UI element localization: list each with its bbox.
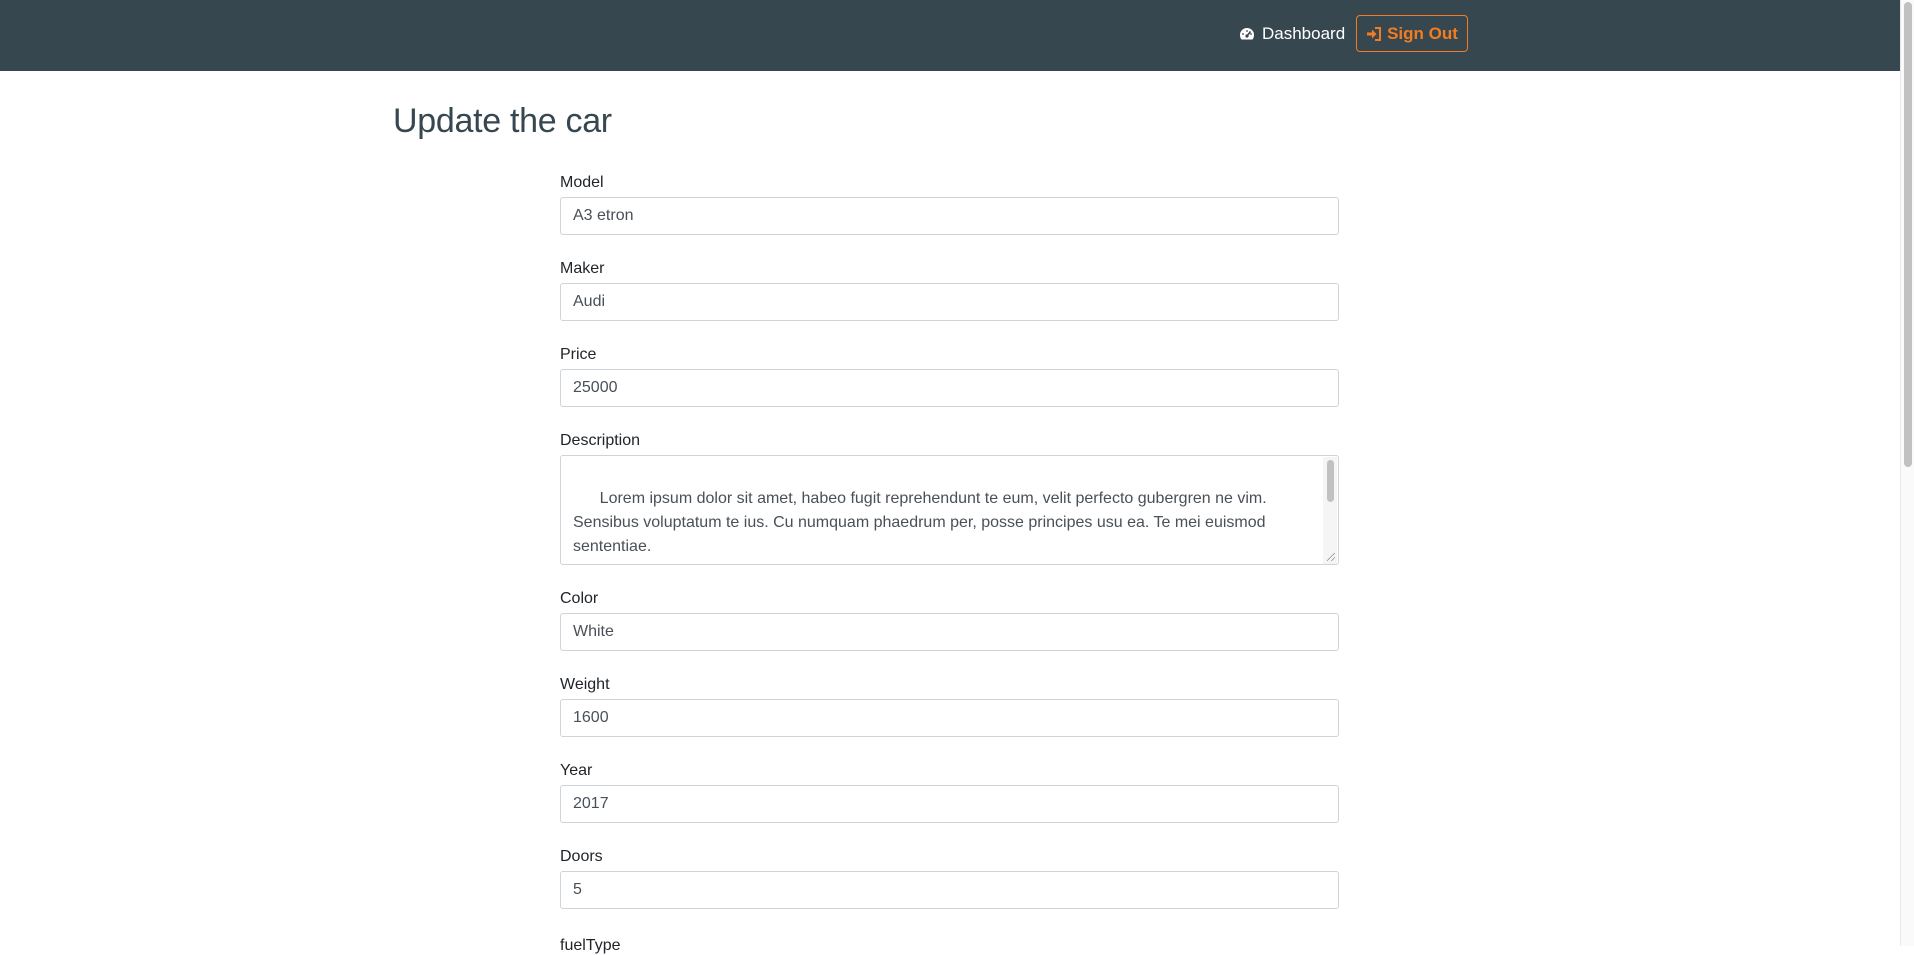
resize-handle-icon[interactable] — [1327, 553, 1335, 561]
model-label: Model — [560, 174, 604, 191]
year-input[interactable] — [560, 785, 1339, 823]
doors-field-group: Doors — [560, 848, 1339, 934]
dashboard-link[interactable]: Dashboard — [1238, 24, 1345, 44]
year-field-group: Year — [560, 762, 1339, 848]
price-field-group: Price — [560, 346, 1339, 432]
maker-input[interactable] — [560, 283, 1339, 321]
update-car-form: Model Maker Price Description Lorem ipsu… — [560, 174, 1339, 934]
color-field-group: Color — [560, 590, 1339, 676]
description-scrollbar[interactable] — [1323, 457, 1337, 564]
maker-field-group: Maker — [560, 260, 1339, 346]
sign-out-button[interactable]: Sign Out — [1356, 15, 1468, 52]
year-label: Year — [560, 762, 593, 779]
description-label: Description — [560, 432, 641, 449]
dashboard-gauge-icon — [1239, 28, 1255, 40]
doors-label: Doors — [560, 848, 603, 865]
page-scroll-thumb[interactable] — [1904, 2, 1912, 467]
color-label: Color — [560, 590, 599, 607]
model-input[interactable] — [560, 197, 1339, 235]
description-field-group: Description Lorem ipsum dolor sit amet, … — [560, 432, 1339, 590]
doors-input[interactable] — [560, 871, 1339, 909]
weight-label: Weight — [560, 676, 610, 693]
top-navbar: Dashboard Sign Out — [0, 0, 1900, 71]
page-scrollbar[interactable] — [1900, 0, 1914, 946]
description-text: Lorem ipsum dolor sit amet, habeo fugit … — [573, 490, 1272, 555]
description-textarea[interactable]: Lorem ipsum dolor sit amet, habeo fugit … — [560, 455, 1339, 565]
weight-input[interactable] — [560, 699, 1339, 737]
sign-out-label: Sign Out — [1387, 23, 1458, 43]
model-field-group: Model — [560, 174, 1339, 260]
weight-field-group: Weight — [560, 676, 1339, 762]
description-scroll-thumb[interactable] — [1327, 460, 1334, 502]
price-input[interactable] — [560, 369, 1339, 407]
fuel-type-label: fuelType — [560, 937, 621, 954]
sign-in-arrow-icon — [1367, 26, 1382, 41]
maker-label: Maker — [560, 260, 605, 277]
dashboard-link-label: Dashboard — [1262, 24, 1346, 43]
color-input[interactable] — [560, 613, 1339, 651]
price-label: Price — [560, 346, 597, 363]
page-title: Update the car — [393, 102, 612, 140]
